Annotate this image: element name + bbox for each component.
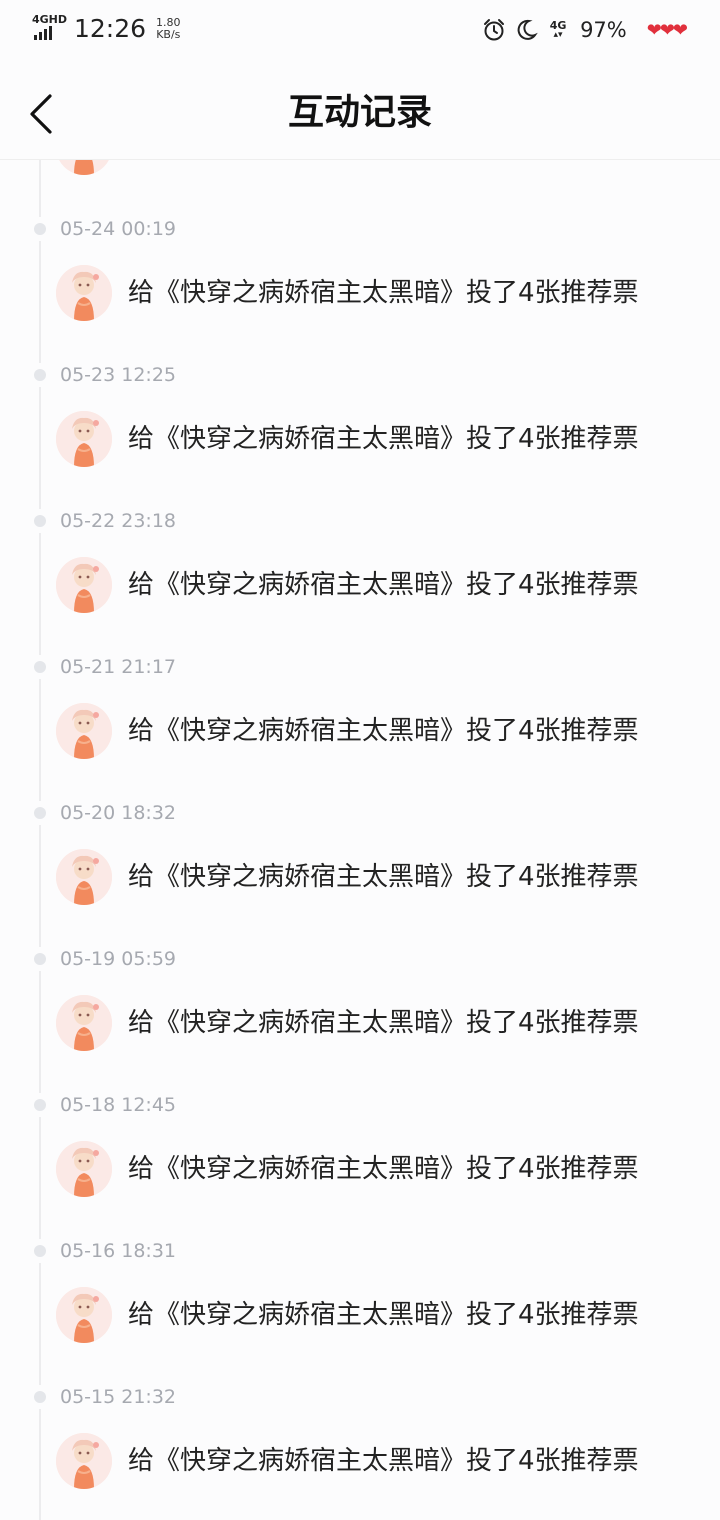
battery-level: 97%	[580, 18, 627, 42]
timeline-line	[39, 387, 41, 509]
record-text: 给《快穿之病娇宿主太黑暗》投了4张推荐票	[128, 570, 639, 600]
timeline-line	[39, 160, 41, 217]
app-header: 互动记录	[0, 64, 720, 160]
timeline-dot	[34, 1391, 46, 1403]
timeline-dot	[34, 515, 46, 527]
timeline-line	[39, 825, 41, 947]
record-item: 给《快穿之病娇宿主太黑暗》投了4张推荐票	[0, 160, 720, 223]
timeline-dot	[34, 807, 46, 819]
record-entries: 给《快穿之病娇宿主太黑暗》投了4张推荐票 05-24 00:19 给《快穿之病娇…	[0, 160, 720, 1520]
speed-unit: KB/s	[156, 28, 181, 41]
timeline-line	[39, 241, 41, 363]
timeline-dot	[34, 661, 46, 673]
timeline-dot	[34, 1099, 46, 1111]
record-time: 05-21 21:17	[60, 656, 177, 678]
record-text: 给《快穿之病娇宿主太黑暗》投了4张推荐票	[128, 1008, 639, 1038]
user-avatar[interactable]	[56, 849, 112, 905]
avatar-icon	[56, 557, 112, 613]
avatar-icon	[56, 703, 112, 759]
timeline-line	[39, 1263, 41, 1385]
record-text: 给《快穿之病娇宿主太黑暗》投了4张推荐票	[128, 1154, 639, 1184]
network-speed: 1.80 KB/s	[156, 17, 181, 41]
avatar-icon	[56, 265, 112, 321]
timeline-line	[39, 533, 41, 655]
record-item: 05-15 21:32 给《快穿之病娇宿主太黑暗》投了4张推荐票	[0, 1386, 720, 1520]
avatar-icon	[56, 411, 112, 467]
record-text: 给《快穿之病娇宿主太黑暗》投了4张推荐票	[128, 160, 639, 165]
user-avatar[interactable]	[56, 995, 112, 1051]
record-time: 05-22 23:18	[60, 510, 177, 532]
record-time: 05-24 00:19	[60, 218, 177, 240]
timeline-dot	[34, 953, 46, 965]
timeline-line	[39, 679, 41, 801]
record-item: 05-19 05:59 给《快穿之病娇宿主太黑暗》投了4张推荐票	[0, 948, 720, 1099]
user-avatar[interactable]	[56, 1287, 112, 1343]
timeline-dot	[34, 223, 46, 235]
timeline-dot	[34, 1245, 46, 1257]
hearts-icon: ❤❤❤	[646, 19, 688, 41]
timeline-line	[39, 971, 41, 1093]
record-time: 05-16 18:31	[60, 1240, 177, 1262]
record-item: 05-18 12:45 给《快穿之病娇宿主太黑暗》投了4张推荐票	[0, 1094, 720, 1245]
record-item: 05-20 18:32 给《快穿之病娇宿主太黑暗》投了4张推荐票	[0, 802, 720, 953]
record-item: 05-23 12:25 给《快穿之病娇宿主太黑暗》投了4张推荐票	[0, 364, 720, 515]
avatar-icon	[56, 1287, 112, 1343]
timeline-dot	[34, 369, 46, 381]
avatar-icon	[56, 1141, 112, 1197]
record-time: 05-19 05:59	[60, 948, 177, 970]
record-text: 给《快穿之病娇宿主太黑暗》投了4张推荐票	[128, 278, 639, 308]
cell-signal-icon: 4GHD	[32, 13, 68, 44]
record-time: 05-20 18:32	[60, 802, 177, 824]
user-avatar[interactable]	[56, 557, 112, 613]
clock: 12:26	[74, 14, 147, 43]
record-time: 05-18 12:45	[60, 1094, 177, 1116]
status-left: 4GHD 12:26 1.80 KB/s	[32, 14, 181, 44]
record-text: 给《快穿之病娇宿主太黑暗》投了4张推荐票	[128, 424, 639, 454]
timeline-line	[39, 1117, 41, 1239]
record-text: 给《快穿之病娇宿主太黑暗》投了4张推荐票	[128, 1446, 639, 1476]
record-time: 05-23 12:25	[60, 364, 177, 386]
record-item: 05-21 21:17 给《快穿之病娇宿主太黑暗》投了4张推荐票	[0, 656, 720, 807]
status-right: 4G ▴▾ 97% ❤❤❤	[482, 18, 688, 42]
alarm-icon	[482, 18, 506, 42]
interaction-record-list[interactable]: 给《快穿之病娇宿主太黑暗》投了4张推荐票 05-24 00:19 给《快穿之病娇…	[0, 160, 720, 1520]
record-item: 05-24 00:19 给《快穿之病娇宿主太黑暗》投了4张推荐票	[0, 218, 720, 369]
network-4g-icon: 4G ▴▾	[549, 19, 567, 40]
record-time: 05-15 21:32	[60, 1386, 177, 1408]
avatar-icon	[56, 849, 112, 905]
user-avatar[interactable]	[56, 265, 112, 321]
status-bar: 4GHD 12:26 1.80 KB/s 4G ▴▾ 97% ❤❤❤	[0, 0, 720, 64]
user-avatar[interactable]	[56, 703, 112, 759]
record-item: 05-16 18:31 给《快穿之病娇宿主太黑暗》投了4张推荐票	[0, 1240, 720, 1391]
avatar-icon	[56, 160, 112, 175]
record-text: 给《快穿之病娇宿主太黑暗》投了4张推荐票	[128, 1300, 639, 1330]
moon-icon	[514, 18, 538, 42]
user-avatar[interactable]	[56, 1141, 112, 1197]
record-text: 给《快穿之病娇宿主太黑暗》投了4张推荐票	[128, 716, 639, 746]
user-avatar[interactable]	[56, 160, 112, 175]
avatar-icon	[56, 995, 112, 1051]
timeline-line	[39, 1409, 41, 1520]
avatar-icon	[56, 1433, 112, 1489]
page-title: 互动记录	[287, 91, 432, 133]
user-avatar[interactable]	[56, 1433, 112, 1489]
user-avatar[interactable]	[56, 411, 112, 467]
network-type: 4GHD	[32, 13, 68, 26]
record-text: 给《快穿之病娇宿主太黑暗》投了4张推荐票	[128, 862, 639, 892]
record-item: 05-22 23:18 给《快穿之病娇宿主太黑暗》投了4张推荐票	[0, 510, 720, 661]
